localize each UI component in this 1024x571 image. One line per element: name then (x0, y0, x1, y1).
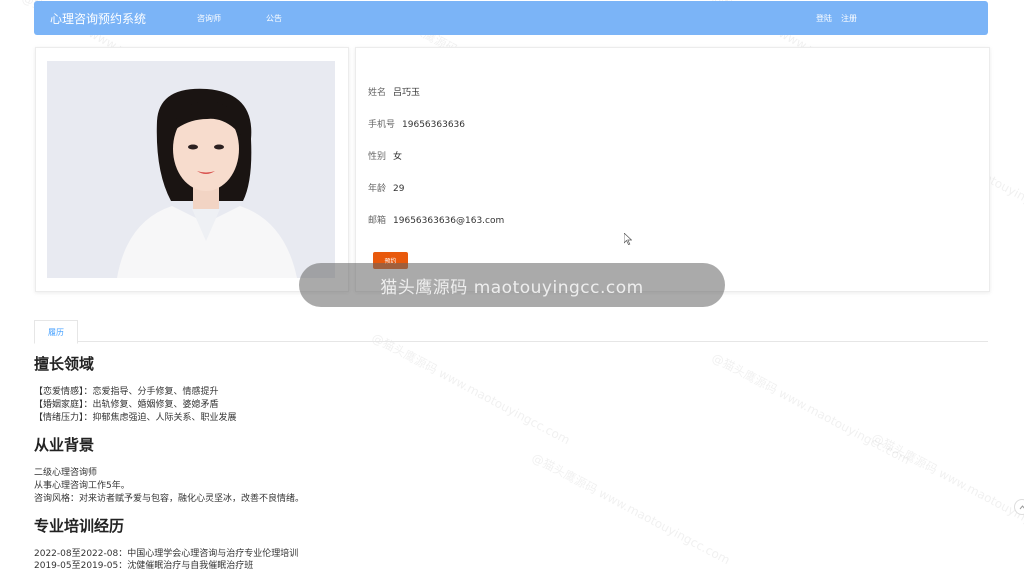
phone-value: 19656363636 (402, 120, 465, 130)
phone-row: 手机号 19656363636 (368, 117, 465, 130)
training-item: 2019-05至2019-05：沈健催眠治疗与自我催眠治疗班 (34, 558, 253, 571)
faint-watermark: @猫头鹰源码 www.maotouyingcc.com (709, 349, 913, 468)
email-value: 19656363636@163.com (393, 216, 504, 226)
counselor-photo-card (35, 47, 349, 292)
skills-heading: 擅长领域 (34, 353, 94, 374)
age-value: 29 (393, 184, 404, 194)
background-item: 咨询风格：对来访者赋予爱与包容，融化心灵坚冰，改善不良情绪。 (34, 491, 304, 504)
nav-counselors-link[interactable]: 咨询师 (197, 13, 221, 24)
counselor-photo (47, 61, 335, 278)
background-item: 从事心理咨询工作5年。 (34, 478, 130, 491)
gender-label: 性别 (368, 152, 386, 162)
chevron-up-icon (1019, 504, 1024, 511)
top-navbar: 心理咨询预约系统 咨询师 公告 登陆 注册 (34, 1, 988, 35)
age-label: 年龄 (368, 184, 386, 194)
training-heading: 专业培训经历 (34, 515, 124, 536)
name-row: 姓名吕巧玉 (368, 85, 420, 98)
age-row: 年龄 29 (368, 181, 404, 194)
register-link[interactable]: 注册 (841, 13, 857, 24)
site-title[interactable]: 心理咨询预约系统 (50, 10, 146, 27)
login-link[interactable]: 登陆 (816, 13, 832, 24)
faint-watermark: @猫头鹰源码 www.maotouyingcc.com (369, 329, 573, 448)
tab-divider (34, 341, 988, 342)
nav-announcements-link[interactable]: 公告 (266, 13, 282, 24)
background-heading: 从业背景 (34, 434, 94, 455)
skills-item: 【婚姻家庭】：出轨修复、婚姻修复、婆媳矛盾 (34, 397, 219, 410)
watermark-banner: 猫头鹰源码 maotouyingcc.com (299, 263, 725, 307)
email-row: 邮箱 19656363636@163.com (368, 213, 504, 226)
gender-value: 女 (393, 152, 402, 162)
scroll-to-top-button[interactable] (1014, 499, 1024, 515)
skills-item: 【恋爱情感】：恋爱指导、分手修复、情感提升 (34, 384, 219, 397)
skills-item: 【情绪压力】：抑郁焦虑强迫、人际关系、职业发展 (34, 410, 237, 423)
name-label: 姓名 (368, 88, 386, 98)
mouse-cursor-icon (624, 233, 632, 245)
portrait-image (47, 61, 335, 278)
tab-resume[interactable]: 履历 (34, 320, 78, 344)
email-label: 邮箱 (368, 216, 386, 226)
faint-watermark: @猫头鹰源码 www.maotouyingcc.com (529, 449, 733, 568)
name-value: 吕巧玉 (393, 88, 420, 98)
background-item: 二级心理咨询师 (34, 465, 97, 478)
counselor-info-card: 姓名吕巧玉 手机号 19656363636 性别女 年龄 29 邮箱 19656363… (355, 47, 990, 292)
faint-watermark: @猫头鹰源码 www.maotouyingcc.com (869, 429, 1024, 548)
gender-row: 性别女 (368, 149, 402, 162)
phone-label: 手机号 (368, 120, 395, 130)
